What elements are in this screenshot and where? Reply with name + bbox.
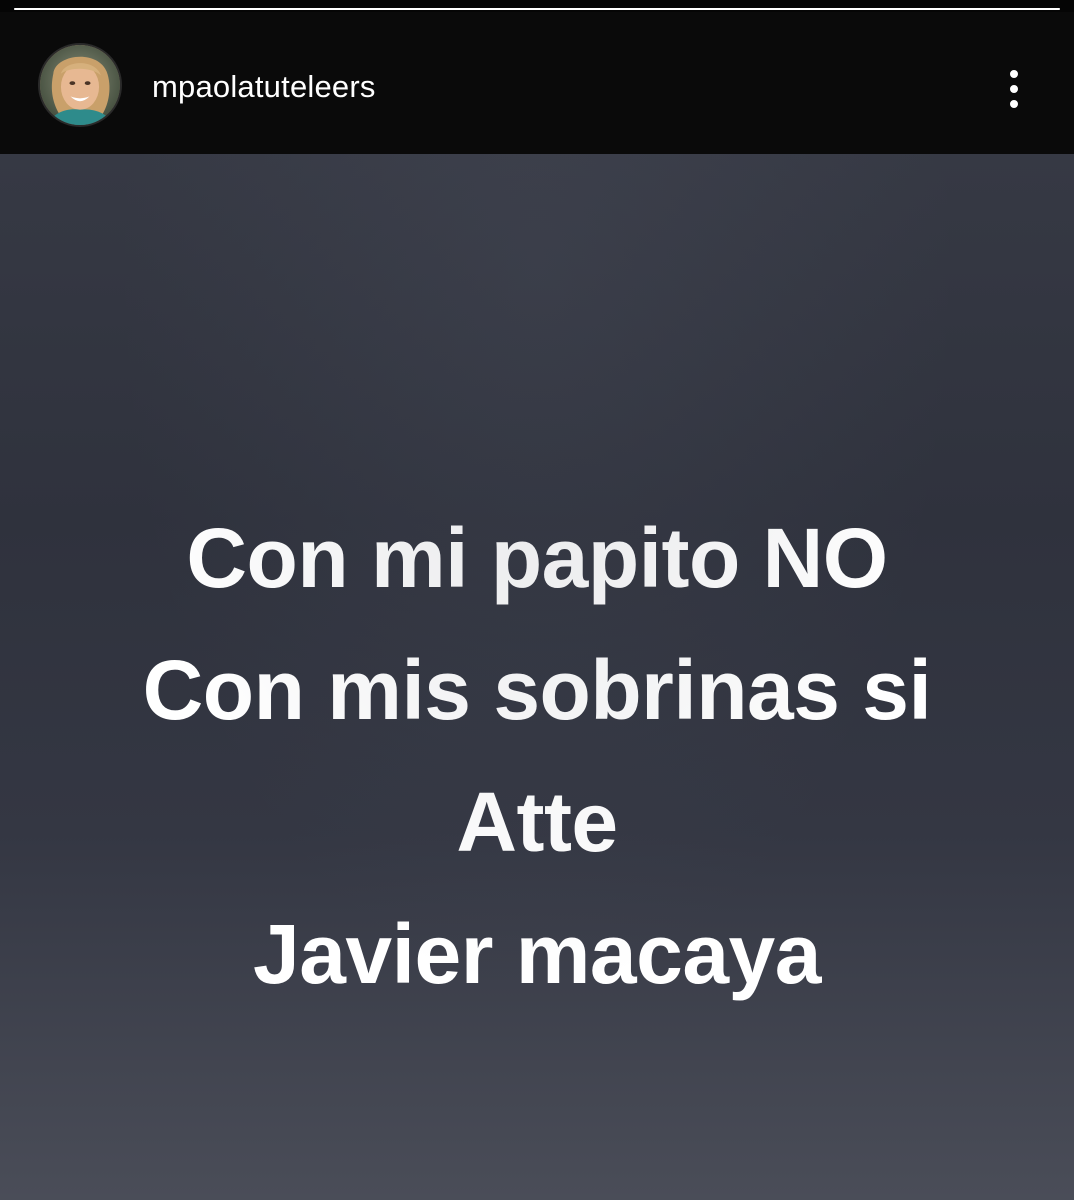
more-vertical-icon-dot: [1010, 100, 1018, 108]
story-content[interactable]: Con mi papito NO Con mis sobrinas si Att…: [0, 154, 1074, 1200]
story-text-line: Javier macaya: [252, 907, 822, 1001]
username[interactable]: mpaolatuteleers: [152, 69, 376, 105]
story-text-line: Con mi papito NO: [186, 511, 888, 605]
more-options-button[interactable]: [996, 64, 1032, 114]
avatar[interactable]: [38, 43, 122, 127]
story-text: Con mi papito NO Con mis sobrinas si Att…: [0, 492, 1074, 1020]
more-vertical-icon: [1010, 70, 1018, 78]
more-vertical-icon-dot: [1010, 85, 1018, 93]
story-header: mpaolatuteleers: [0, 12, 1074, 154]
story-text-line: Con mis sobrinas si: [142, 643, 932, 737]
story-progress-fill: [14, 8, 1060, 10]
profile-photo-icon: [40, 45, 120, 125]
story-progress-bar: [14, 8, 1060, 10]
story-viewer: mpaolatuteleers Con mi papito NO Con mis…: [0, 0, 1074, 1200]
story-progress-area: [0, 0, 1074, 12]
story-text-line: Atte: [456, 775, 618, 869]
